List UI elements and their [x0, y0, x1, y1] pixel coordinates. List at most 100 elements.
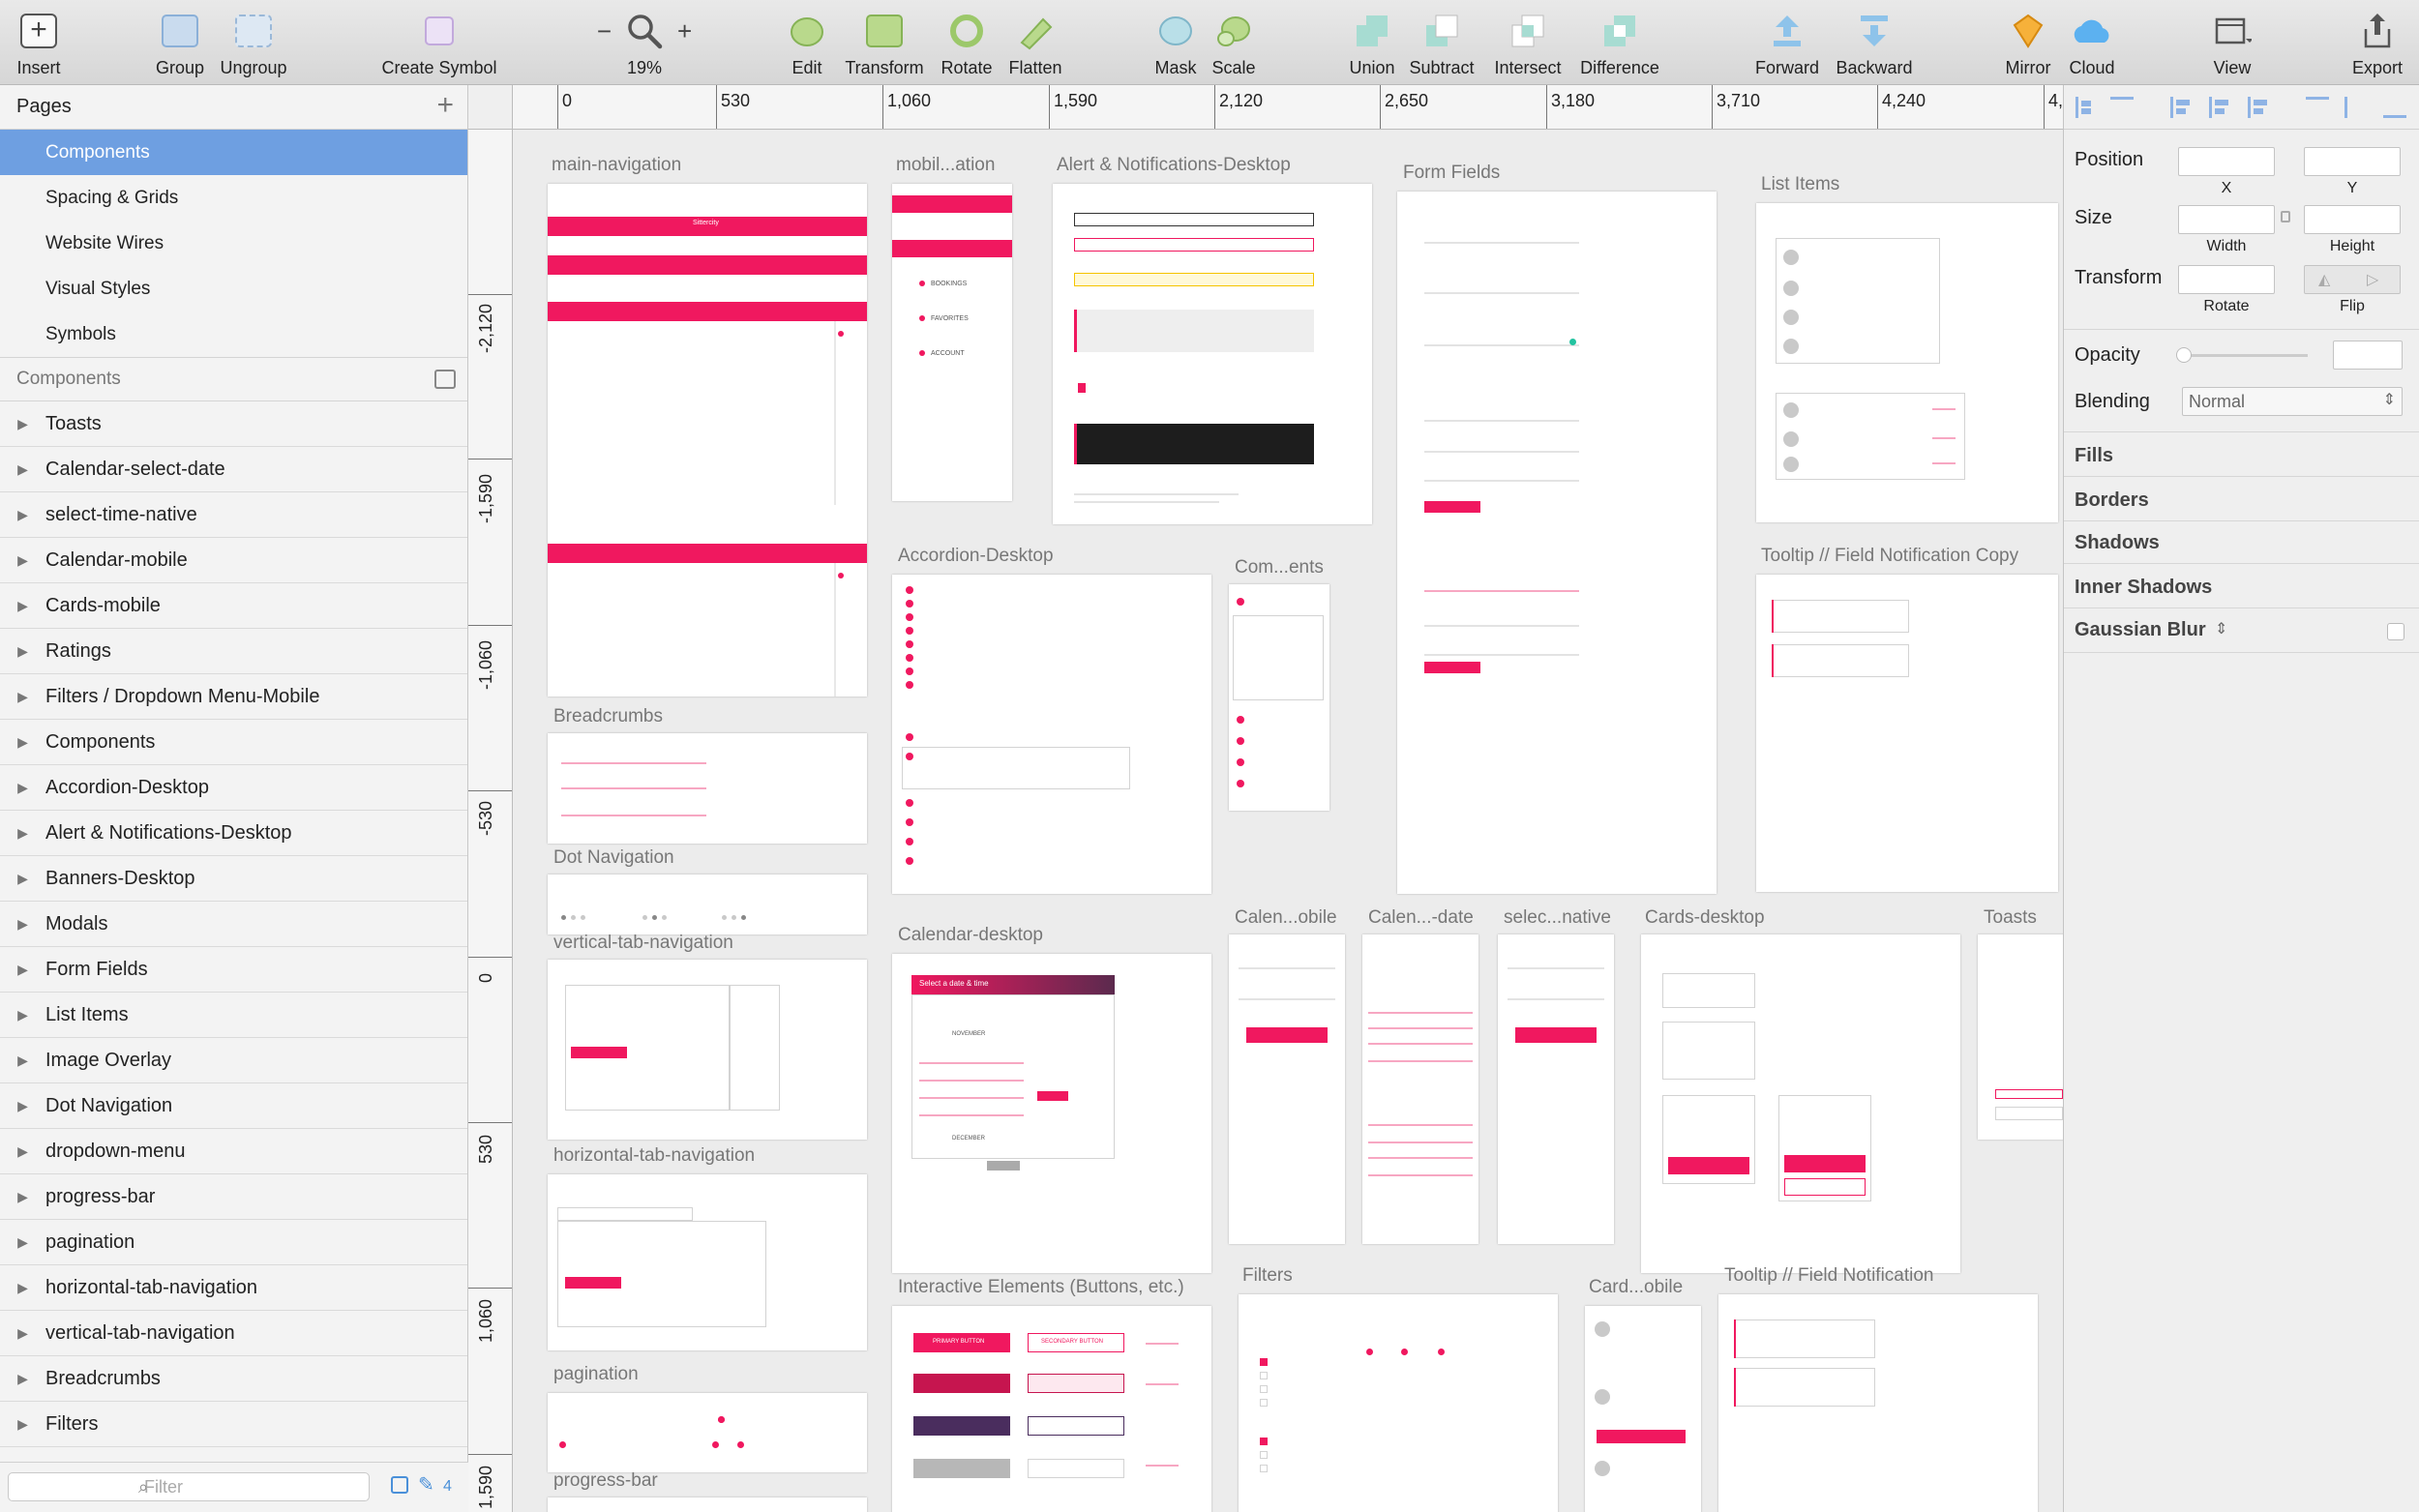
zoom-in-button[interactable]: +	[677, 16, 692, 46]
page-item-components[interactable]: Components	[0, 130, 467, 175]
layer-item[interactable]: ▶ pagination	[0, 1220, 467, 1265]
disclosure-triangle-icon[interactable]: ▶	[0, 507, 45, 523]
artboard-title[interactable]: selec...native	[1504, 907, 1611, 929]
intersect-button[interactable]: Intersect	[1490, 10, 1566, 79]
disclosure-triangle-icon[interactable]: ▶	[0, 598, 45, 614]
disclosure-triangle-icon[interactable]: ▶	[0, 552, 45, 569]
layer-item[interactable]: ▶ Cards-mobile	[0, 583, 467, 629]
artboard-title[interactable]: Calendar-desktop	[898, 925, 1043, 946]
artboard-title[interactable]: horizontal-tab-navigation	[553, 1145, 755, 1167]
page-item-spacing-grids[interactable]: Spacing & Grids	[0, 175, 467, 221]
artboard-breadcrumbs[interactable]	[548, 733, 867, 844]
shadows-section[interactable]: Shadows	[2075, 532, 2160, 554]
disclosure-triangle-icon[interactable]: ▶	[0, 780, 45, 796]
layer-item[interactable]: ▶ dropdown-menu	[0, 1129, 467, 1174]
edited-layers-icon[interactable]: ✎	[418, 1472, 434, 1497]
align-top-icon[interactable]	[2306, 97, 2329, 118]
distribute-vertical-icon[interactable]	[2110, 97, 2134, 118]
artboard-progress-bar[interactable]	[548, 1497, 867, 1512]
flip-buttons[interactable]: ◭ ▷	[2304, 265, 2401, 294]
flip-vertical-icon[interactable]: ▷	[2367, 270, 2378, 289]
opacity-input[interactable]	[2333, 341, 2403, 370]
gaussian-blur-section[interactable]: Gaussian Blur	[2075, 619, 2206, 641]
insert-button[interactable]: + Insert	[14, 10, 64, 79]
disclosure-triangle-icon[interactable]: ▶	[0, 1234, 45, 1251]
edit-button[interactable]: Edit	[786, 10, 828, 79]
artboard-filters[interactable]	[1239, 1294, 1558, 1512]
width-input[interactable]	[2178, 205, 2275, 234]
layer-item[interactable]: ▶ Filters / Dropdown Menu-Mobile	[0, 674, 467, 720]
layer-item[interactable]: ▶ Components	[0, 720, 467, 765]
artboard-interactive-elements[interactable]: PRIMARY BUTTON SECONDARY BUTTON	[892, 1306, 1211, 1512]
blending-select[interactable]: Normal ⇕	[2182, 387, 2403, 416]
artboard-title[interactable]: Calen...obile	[1235, 907, 1337, 929]
disclosure-triangle-icon[interactable]: ▶	[0, 416, 45, 432]
artboard-title[interactable]: List Items	[1761, 174, 1839, 195]
layer-item[interactable]: ▶ Form Fields	[0, 947, 467, 993]
layer-item[interactable]: ▶ vertical-tab-navigation	[0, 1311, 467, 1356]
transform-button[interactable]: Transform	[840, 10, 929, 79]
layer-item[interactable]: ▶ Image Overlay	[0, 1038, 467, 1083]
layer-item[interactable]: ▶ horizontal-tab-navigation	[0, 1265, 467, 1311]
artboard-accordion[interactable]	[892, 575, 1211, 894]
artboard-tooltip-copy[interactable]	[1756, 575, 2058, 892]
add-page-icon[interactable]: +	[436, 89, 454, 122]
subtract-button[interactable]: Subtract	[1405, 10, 1478, 79]
artboard-horizontal-tab-navigation[interactable]	[548, 1174, 867, 1350]
flip-horizontal-icon[interactable]: ◭	[2318, 270, 2330, 289]
disclosure-triangle-icon[interactable]: ▶	[0, 1325, 45, 1342]
page-item-website-wires[interactable]: Website Wires	[0, 221, 467, 266]
artboard-title[interactable]: Interactive Elements (Buttons, etc.)	[898, 1277, 1184, 1298]
align-center-icon[interactable]	[2209, 97, 2232, 118]
view-button[interactable]: View	[2208, 10, 2256, 79]
layer-item[interactable]: ▶ Calendar-select-date	[0, 447, 467, 492]
artboard-form-fields[interactable]	[1397, 192, 1717, 894]
vertical-ruler[interactable]: -2,120 -1,590 -1,060 -530 0 530 1,060 1,…	[468, 130, 513, 1512]
disclosure-triangle-icon[interactable]: ▶	[0, 1098, 45, 1114]
artboard-title[interactable]: Accordion-Desktop	[898, 546, 1054, 567]
align-right-icon[interactable]	[2248, 97, 2271, 118]
disclosure-triangle-icon[interactable]: ▶	[0, 1416, 45, 1433]
backward-button[interactable]: Backward	[1833, 10, 1916, 79]
disclosure-triangle-icon[interactable]: ▶	[0, 461, 45, 478]
mask-button[interactable]: Mask	[1151, 10, 1200, 79]
opacity-slider-knob[interactable]	[2176, 347, 2192, 363]
artboard-dot-navigation[interactable]	[548, 875, 867, 934]
layer-item[interactable]: ▶ select-time-native	[0, 492, 467, 538]
artboard-title[interactable]: mobil...ation	[896, 155, 995, 176]
layer-item[interactable]: ▶ Toasts	[0, 401, 467, 447]
union-button[interactable]: Union	[1345, 10, 1399, 79]
disclosure-triangle-icon[interactable]: ▶	[0, 962, 45, 978]
symbols-filter-icon[interactable]	[391, 1476, 408, 1494]
artboard-cards-mobile[interactable]	[1585, 1306, 1701, 1512]
artboard-title[interactable]: Cards-desktop	[1645, 907, 1765, 929]
disclosure-triangle-icon[interactable]: ▶	[0, 1143, 45, 1160]
fills-section[interactable]: Fills	[2075, 445, 2113, 467]
artboard-calendar-desktop[interactable]: Select a date & time NOVEMBER DECEMBER	[892, 954, 1211, 1273]
artboard-components[interactable]	[1229, 584, 1329, 811]
height-input[interactable]	[2304, 205, 2401, 234]
rotate-button[interactable]: Rotate	[937, 10, 997, 79]
artboard-select-time-native[interactable]	[1498, 934, 1614, 1244]
layer-item[interactable]: ▶ Calendar-mobile	[0, 538, 467, 583]
artboard-pagination[interactable]	[548, 1393, 867, 1472]
group-button[interactable]: Group	[153, 10, 207, 79]
artboard-title[interactable]: Tooltip // Field Notification Copy	[1761, 546, 2018, 567]
artboard-title[interactable]: Tooltip // Field Notification	[1724, 1265, 1934, 1287]
blur-type-chevron-icon[interactable]: ⇕	[2215, 619, 2227, 638]
disclosure-triangle-icon[interactable]: ▶	[0, 1280, 45, 1296]
difference-button[interactable]: Difference	[1575, 10, 1664, 79]
inner-shadows-section[interactable]: Inner Shadows	[2075, 577, 2212, 599]
layer-item[interactable]: ▶ Dot Navigation	[0, 1083, 467, 1129]
disclosure-triangle-icon[interactable]: ▶	[0, 825, 45, 842]
artboard-alerts[interactable]	[1053, 184, 1372, 524]
layer-filter-input[interactable]: ⌕ Filter	[8, 1472, 370, 1501]
artboard-title[interactable]: Alert & Notifications-Desktop	[1057, 155, 1291, 176]
collapse-pages-icon[interactable]	[434, 370, 456, 389]
position-y-input[interactable]	[2304, 147, 2401, 176]
disclosure-triangle-icon[interactable]: ▶	[0, 1052, 45, 1069]
canvas[interactable]: main-navigation Sittercity mobil...ation…	[513, 130, 2063, 1512]
artboard-title[interactable]: Form Fields	[1403, 163, 1500, 184]
layer-item[interactable]: ▶ Accordion-Desktop	[0, 765, 467, 811]
artboard-title[interactable]: progress-bar	[553, 1470, 658, 1492]
